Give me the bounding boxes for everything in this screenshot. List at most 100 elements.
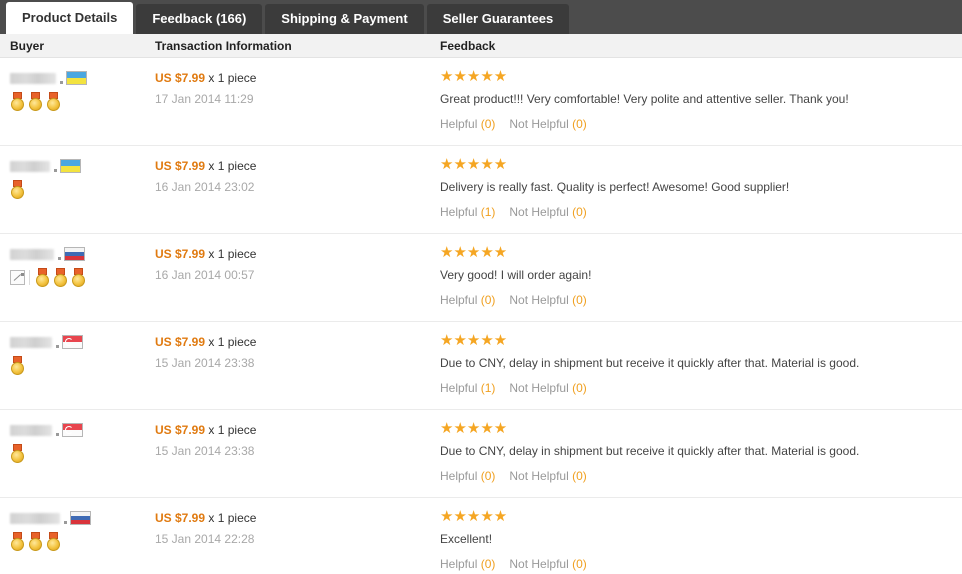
transaction-price: US $7.99 <box>155 511 206 525</box>
feedback-vote-row: Helpful (1) Not Helpful (0) <box>440 205 948 219</box>
tab-shipping-payment[interactable]: Shipping & Payment <box>265 4 424 34</box>
medal-icon <box>10 92 25 111</box>
helpful-label: Helpful <box>440 557 478 571</box>
badge-divider <box>29 270 30 285</box>
buyer-cell <box>0 68 155 145</box>
feedback-list: US $7.99 x 1 piece 17 Jan 2014 11:29 ★★★★★… <box>0 58 962 574</box>
helpful-button[interactable]: Helpful (1) <box>440 381 495 395</box>
buyer-cell <box>0 156 155 233</box>
tab-product-details[interactable]: Product Details <box>6 2 134 34</box>
buyer-badges <box>10 356 155 375</box>
buyer-identity <box>10 70 155 86</box>
not-helpful-count: (0) <box>572 557 587 571</box>
transaction-date: 15 Jan 2014 23:38 <box>155 356 255 370</box>
buyer-name-dot <box>56 345 59 348</box>
medal-icon <box>46 532 61 551</box>
feedback-cell: ★★★★★ Excellent! Helpful (0) Not Helpful (0… <box>440 508 962 574</box>
transaction-price-line: US $7.99 x 1 piece <box>155 158 440 174</box>
singapore-flag <box>62 335 83 349</box>
helpful-label: Helpful <box>440 205 478 219</box>
not-helpful-button[interactable]: Not Helpful (0) <box>509 381 586 395</box>
not-helpful-count: (0) <box>572 381 587 395</box>
helpful-button[interactable]: Helpful (0) <box>440 117 495 131</box>
transaction-date: 15 Jan 2014 23:38 <box>155 444 255 458</box>
medal-icon <box>35 268 50 287</box>
buyer-name-masked[interactable] <box>10 336 52 348</box>
transaction-quantity: x 1 piece <box>208 71 257 85</box>
table-row: US $7.99 x 1 piece 15 Jan 2014 22:28 ★★★★★… <box>0 498 962 574</box>
buyer-name-masked[interactable] <box>10 248 54 260</box>
helpful-button[interactable]: Helpful (0) <box>440 469 495 483</box>
transaction-quantity: x 1 piece <box>208 335 257 349</box>
russia-flag <box>70 511 91 525</box>
medal-disc <box>47 98 60 111</box>
feedback-vote-row: Helpful (0) Not Helpful (0) <box>440 557 948 571</box>
star-rating: ★★★★★ <box>440 68 508 85</box>
transaction-price-line: US $7.99 x 1 piece <box>155 70 440 86</box>
star-rating: ★★★★★ <box>440 332 508 349</box>
not-helpful-button[interactable]: Not Helpful (0) <box>509 293 586 307</box>
transaction-price-line: US $7.99 x 1 piece <box>155 510 440 526</box>
not-helpful-button[interactable]: Not Helpful (0) <box>509 117 586 131</box>
transaction-quantity: x 1 piece <box>208 159 257 173</box>
buyer-name-masked[interactable] <box>10 424 52 436</box>
feedback-cell: ★★★★★ Due to CNY, delay in shipment but r… <box>440 332 962 409</box>
helpful-button[interactable]: Helpful (0) <box>440 557 495 571</box>
buyer-cell <box>0 508 155 574</box>
buyer-name-masked[interactable] <box>10 512 60 524</box>
feedback-vote-row: Helpful (1) Not Helpful (0) <box>440 381 948 395</box>
buyer-badges <box>10 92 155 111</box>
not-helpful-button[interactable]: Not Helpful (0) <box>509 469 586 483</box>
not-helpful-label: Not Helpful <box>509 469 569 483</box>
buyer-cell <box>0 420 155 497</box>
transaction-date: 16 Jan 2014 00:57 <box>155 268 255 282</box>
medal-disc <box>29 538 42 551</box>
helpful-button[interactable]: Helpful (0) <box>440 293 495 307</box>
feedback-comment: Due to CNY, delay in shipment but receiv… <box>440 444 860 458</box>
transaction-cell: US $7.99 x 1 piece 15 Jan 2014 23:38 <box>155 332 440 409</box>
not-helpful-label: Not Helpful <box>509 117 569 131</box>
buyer-name-masked[interactable] <box>10 160 50 172</box>
not-helpful-label: Not Helpful <box>509 293 569 307</box>
transaction-price: US $7.99 <box>155 159 206 173</box>
buyer-name-dot <box>56 433 59 436</box>
medal-icon <box>10 356 25 375</box>
medal-icon <box>10 444 25 463</box>
star-rating: ★★★★★ <box>440 420 508 437</box>
tab-bar: Product Details Feedback (166) Shipping & … <box>0 0 962 34</box>
table-row: US $7.99 x 1 piece 16 Jan 2014 23:02 ★★★★★… <box>0 146 962 234</box>
column-header-transaction: Transaction Information <box>155 38 292 53</box>
transaction-quantity: x 1 piece <box>208 247 257 261</box>
buyer-name-dot <box>58 257 61 260</box>
medal-disc <box>11 186 24 199</box>
not-helpful-button[interactable]: Not Helpful (0) <box>509 557 586 571</box>
column-header-feedback: Feedback <box>440 38 496 53</box>
tab-feedback-166[interactable]: Feedback (166) <box>136 4 263 34</box>
transaction-date: 17 Jan 2014 11:29 <box>155 92 254 106</box>
transaction-date: 15 Jan 2014 22:28 <box>155 532 255 546</box>
tab-seller-guarantees[interactable]: Seller Guarantees <box>426 4 570 34</box>
helpful-count: (1) <box>480 205 496 219</box>
not-helpful-count: (0) <box>572 293 587 307</box>
transaction-date: 16 Jan 2014 23:02 <box>155 180 255 194</box>
buyer-identity <box>10 334 155 350</box>
medal-disc <box>11 538 24 551</box>
medal-icon <box>71 268 86 287</box>
transaction-price: US $7.99 <box>155 247 206 261</box>
not-helpful-button[interactable]: Not Helpful (0) <box>509 205 586 219</box>
transaction-cell: US $7.99 x 1 piece 16 Jan 2014 23:02 <box>155 156 440 233</box>
edit-pencil-icon[interactable] <box>10 270 25 285</box>
medal-disc <box>47 538 60 551</box>
helpful-button[interactable]: Helpful (1) <box>440 205 495 219</box>
not-helpful-label: Not Helpful <box>509 205 569 219</box>
not-helpful-count: (0) <box>572 469 587 483</box>
table-row: US $7.99 x 1 piece 15 Jan 2014 23:38 ★★★★★… <box>0 322 962 410</box>
buyer-identity <box>10 246 155 262</box>
transaction-quantity: x 1 piece <box>208 423 257 437</box>
feedback-vote-row: Helpful (0) Not Helpful (0) <box>440 117 948 131</box>
buyer-name-masked[interactable] <box>10 72 56 84</box>
helpful-count: (0) <box>480 469 496 483</box>
star-rating: ★★★★★ <box>440 156 508 173</box>
table-row: US $7.99 x 1 piece 15 Jan 2014 23:38 ★★★★★… <box>0 410 962 498</box>
buyer-badges <box>10 444 155 463</box>
